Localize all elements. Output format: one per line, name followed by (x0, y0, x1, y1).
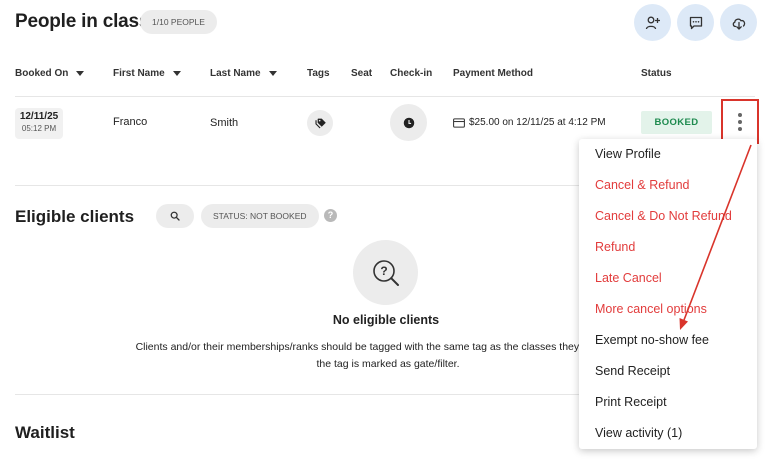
menu-item-late-cancel[interactable]: Late Cancel (595, 271, 662, 285)
add-person-icon (645, 16, 660, 29)
column-booked-on[interactable]: Booked On (15, 68, 85, 79)
column-seat: Seat (351, 68, 373, 79)
last-name-cell: Smith (210, 117, 239, 129)
page-title: People in class (15, 11, 150, 32)
menu-item-cancel-no-refund[interactable]: Cancel & Do Not Refund (595, 209, 732, 223)
menu-item-view-profile[interactable]: View Profile (595, 147, 661, 161)
column-first-name[interactable]: First Name (113, 68, 181, 79)
kebab-dot (738, 112, 742, 117)
message-button[interactable] (677, 4, 714, 41)
booked-time: 05:12 PM (21, 124, 57, 133)
menu-item-refund[interactable]: Refund (595, 240, 635, 254)
search-button[interactable] (156, 204, 194, 228)
column-tags: Tags (307, 68, 330, 79)
class-roster-page: People in class 1/10 PEOPLE Booked On Fi… (0, 0, 770, 461)
column-last-name[interactable]: Last Name (210, 68, 277, 79)
credit-card-icon (453, 117, 465, 128)
menu-item-cancel-refund[interactable]: Cancel & Refund (595, 178, 690, 192)
column-payment-method: Payment Method (453, 68, 534, 79)
column-first-name-label: First Name (113, 68, 165, 79)
row-actions-button[interactable] (721, 99, 759, 144)
waitlist-title: Waitlist (15, 423, 75, 442)
menu-item-print-receipt[interactable]: Print Receipt (595, 395, 667, 409)
empty-state-illustration: ? (353, 240, 418, 305)
clock-icon (403, 117, 414, 128)
row-actions-menu: View Profile Cancel & Refund Cancel & Do… (579, 139, 757, 449)
menu-item-send-receipt[interactable]: Send Receipt (595, 364, 670, 378)
download-cloud-icon (732, 17, 745, 30)
row-divider (15, 185, 580, 186)
menu-item-more-cancel-options[interactable]: More cancel options (595, 302, 707, 316)
svg-text:?: ? (380, 264, 387, 278)
search-question-icon: ? (372, 259, 399, 286)
tag-icon (314, 118, 326, 128)
section-divider (15, 394, 580, 395)
booked-date: 12/11/25 (19, 111, 59, 122)
people-count-badge: 1/10 PEOPLE (140, 10, 217, 34)
add-person-button[interactable] (634, 4, 671, 41)
kebab-dot (738, 119, 742, 124)
sort-caret-icon (76, 71, 85, 76)
message-icon (689, 16, 702, 29)
status-badge: BOOKED (641, 111, 712, 134)
status-filter-pill[interactable]: STATUS: NOT BOOKED (201, 204, 319, 228)
sort-caret-icon (172, 71, 181, 76)
column-status: Status (641, 68, 672, 79)
menu-item-exempt-no-show-fee[interactable]: Exempt no-show fee (595, 333, 709, 347)
kebab-dot (738, 126, 742, 131)
payment-cell: $25.00 on 12/11/25 at 4:12 PM (453, 117, 606, 128)
eligible-clients-title: Eligible clients (15, 207, 135, 226)
booked-on-cell: 12/11/25 05:12 PM (15, 108, 63, 139)
sort-caret-icon (268, 71, 277, 76)
help-icon[interactable]: ? (324, 209, 337, 222)
first-name-cell: Franco (113, 116, 148, 128)
menu-item-view-activity[interactable]: View activity (1) (595, 426, 682, 440)
download-button[interactable] (720, 4, 757, 41)
column-booked-on-label: Booked On (15, 68, 69, 79)
empty-state-title-text: No eligible clients (332, 313, 440, 327)
checkin-button[interactable] (390, 104, 427, 141)
header-divider (15, 96, 755, 97)
search-icon (170, 211, 180, 221)
column-checkin: Check-in (390, 68, 433, 79)
tags-button[interactable] (307, 110, 333, 136)
column-last-name-label: Last Name (210, 68, 261, 79)
payment-text: $25.00 on 12/11/25 at 4:12 PM (469, 117, 606, 128)
